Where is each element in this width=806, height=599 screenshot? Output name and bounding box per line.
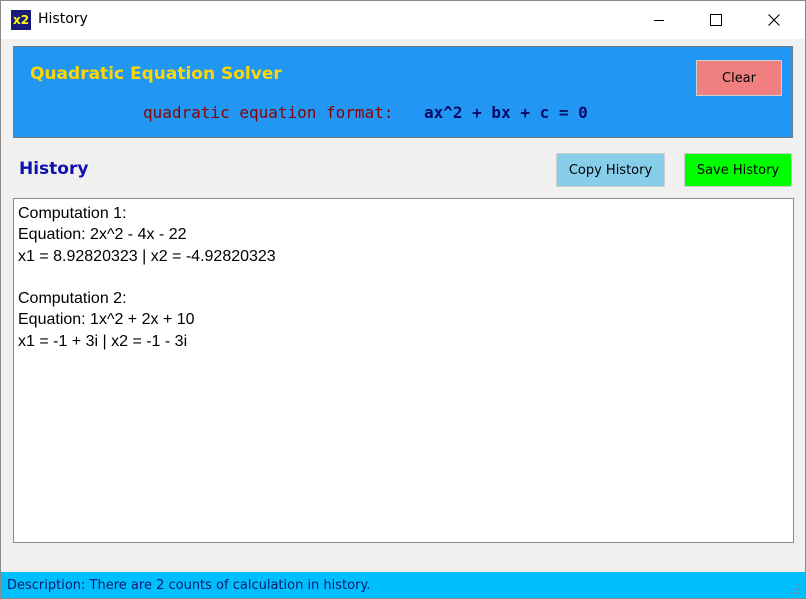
history-line: x1 = 8.92820323 | x2 = -4.92820323 <box>18 247 276 265</box>
title-bar[interactable]: x2 History <box>1 1 805 39</box>
status-text: Description: There are 2 counts of calcu… <box>7 578 371 593</box>
format-label: quadratic equation format: <box>143 103 394 122</box>
history-window: x2 History Quadratic Equation Solver qua… <box>0 0 806 599</box>
minimize-button[interactable] <box>636 1 682 39</box>
copy-history-button[interactable]: Copy History <box>556 153 665 187</box>
close-button[interactable] <box>751 1 797 39</box>
history-line: Computation 2: <box>18 290 127 308</box>
app-icon: x2 <box>11 10 31 30</box>
maximize-icon <box>710 14 722 26</box>
status-bar: Description: There are 2 counts of calcu… <box>1 572 805 598</box>
save-history-button[interactable]: Save History <box>684 153 792 187</box>
history-line: Computation 1: <box>18 205 127 222</box>
window-title: History <box>38 11 88 27</box>
format-value: ax^2 + bx + c = 0 <box>424 103 588 122</box>
maximize-button[interactable] <box>693 1 739 39</box>
resize-grip-icon[interactable] <box>789 583 801 595</box>
close-icon <box>768 14 780 26</box>
header-panel: Quadratic Equation Solver quadratic equa… <box>13 46 793 138</box>
history-line: Equation: 1x^2 + 2x + 10 <box>18 311 195 329</box>
history-line: Equation: 2x^2 - 4x - 22 <box>18 226 187 244</box>
clear-button[interactable]: Clear <box>696 60 782 96</box>
history-line: x1 = -1 + 3i | x2 = -1 - 3i <box>18 332 188 350</box>
history-heading: History <box>19 159 89 179</box>
history-textbox[interactable]: Computation 1: Equation: 2x^2 - 4x - 22 … <box>13 198 794 543</box>
history-line <box>18 267 793 288</box>
app-title: Quadratic Equation Solver <box>30 64 282 84</box>
minimize-icon <box>654 20 664 21</box>
